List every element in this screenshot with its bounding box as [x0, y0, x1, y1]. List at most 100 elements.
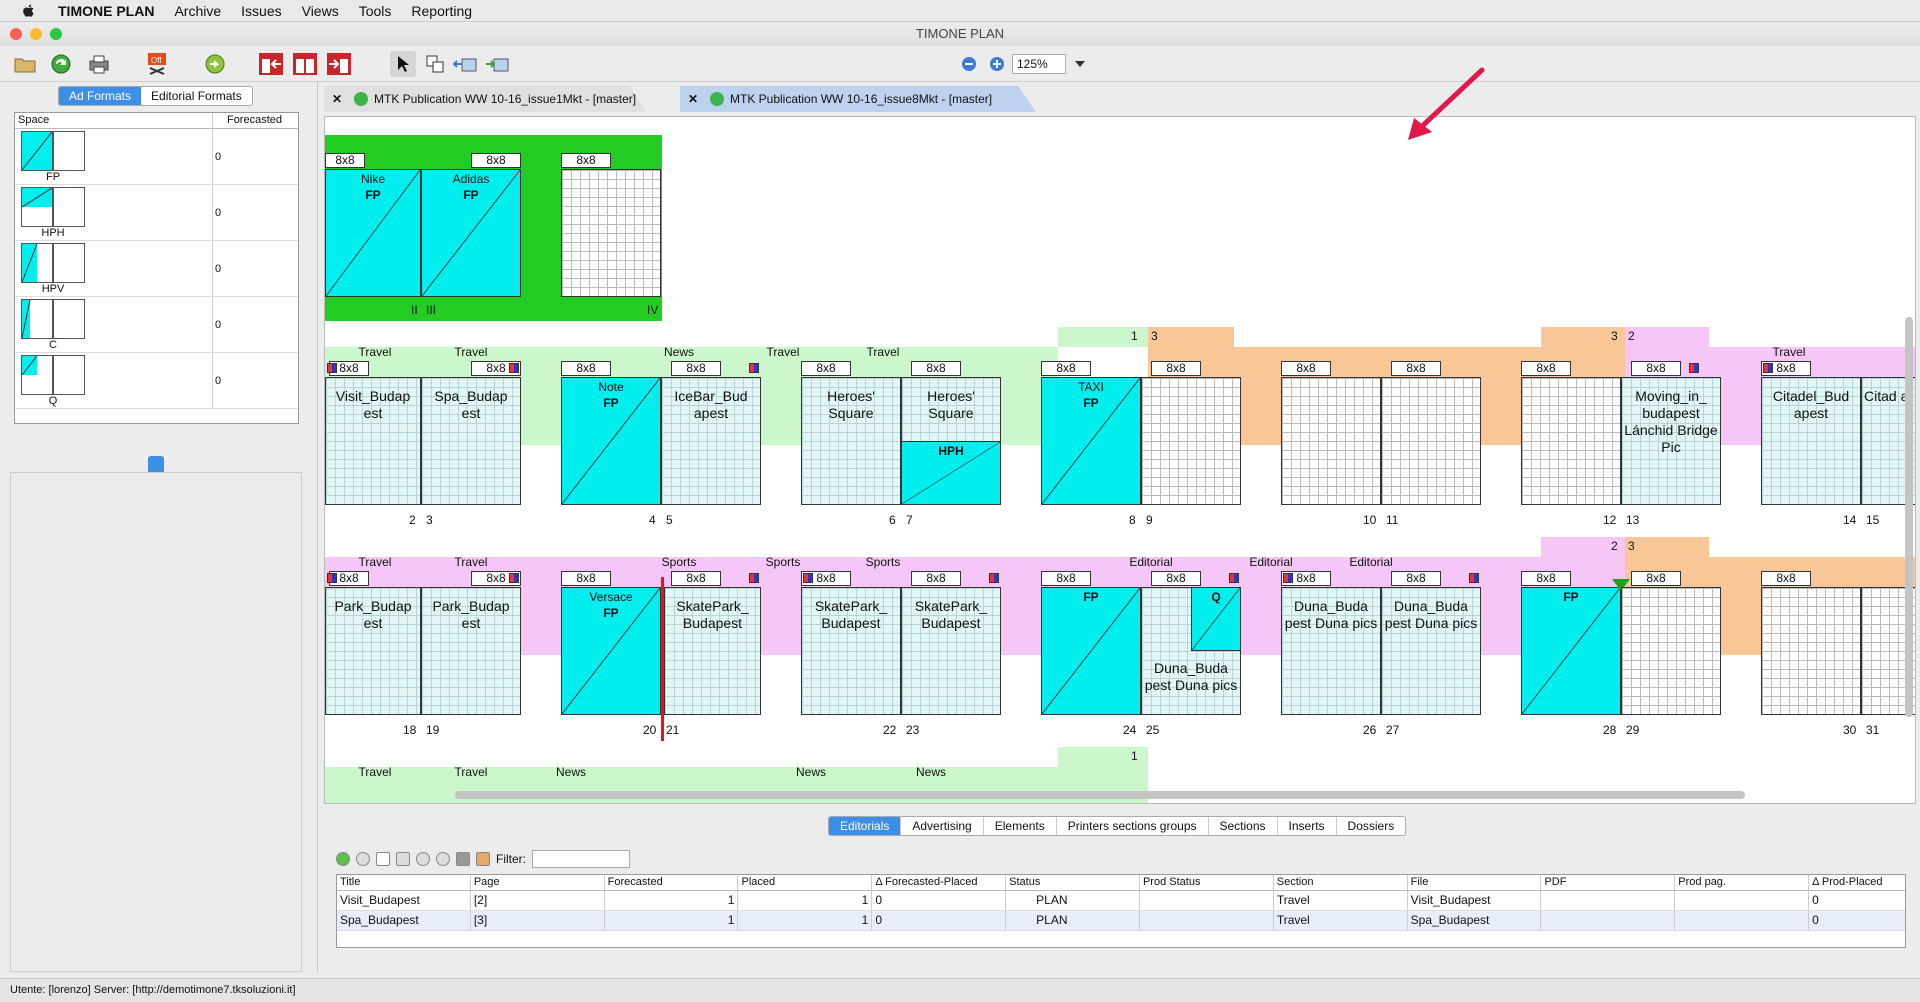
move-pages-left-icon[interactable]: [452, 51, 478, 77]
page-spa-budapest[interactable]: Spa_Budap est: [421, 377, 521, 505]
edit-icon[interactable]: [396, 852, 410, 866]
tab-issue1[interactable]: ✕ MTK Publication WW 10-16_issue1Mkt - [m…: [324, 86, 646, 112]
copy-pages-icon[interactable]: [422, 51, 448, 77]
tab-editorials[interactable]: Editorials: [829, 817, 902, 835]
pointer-tool-icon[interactable]: [390, 51, 416, 77]
menu-issues[interactable]: Issues: [231, 3, 291, 19]
col-page[interactable]: Page: [471, 875, 605, 890]
menu-views[interactable]: Views: [292, 3, 349, 19]
page-icebar-budapest[interactable]: IceBar_Bud apest: [661, 377, 761, 505]
table-row[interactable]: Visit_Budapest [2] 1 1 0 PLAN Travel Vis…: [337, 891, 1905, 911]
ad-fp-28[interactable]: FP: [1521, 587, 1621, 715]
zoom-out-icon[interactable]: [960, 51, 978, 77]
col-section[interactable]: Section: [1274, 875, 1408, 890]
col-pdf[interactable]: PDF: [1541, 875, 1676, 890]
format-row-hpv[interactable]: HPV 0: [15, 241, 298, 297]
page-icon[interactable]: [376, 852, 390, 866]
page-duna-budapest-2[interactable]: Duna_Buda pest Duna pics: [1281, 587, 1381, 715]
col-status[interactable]: Status: [1006, 875, 1140, 890]
page-park-budapest[interactable]: Park_Budap est: [325, 587, 421, 715]
page-skatepark-budapest[interactable]: SkatePark_ Budapest: [664, 587, 761, 715]
ad-q[interactable]: Q: [1191, 587, 1241, 651]
offline-icon[interactable]: Off: [144, 51, 170, 77]
export-icon[interactable]: [476, 852, 490, 866]
format-row-fp[interactable]: FP 0: [15, 129, 298, 185]
close-window-button[interactable]: [10, 28, 22, 40]
tab-advertising[interactable]: Advertising: [901, 817, 984, 835]
col-placed[interactable]: Placed: [738, 875, 873, 890]
tab-editorial-formats[interactable]: Editorial Formats: [141, 87, 252, 105]
refresh-icon[interactable]: [48, 51, 74, 77]
flatplan-canvas[interactable]: 8x8 8x8 8x8 Nike FP Adidas FP II III IV 1 …: [324, 116, 1916, 804]
page-11[interactable]: [1381, 377, 1481, 505]
col-space[interactable]: Space: [15, 113, 213, 128]
col-delta-prod[interactable]: Δ Prod-Placed: [1809, 875, 1905, 890]
ad-taxi[interactable]: TAXI FP: [1041, 377, 1141, 505]
vertical-scrollbar[interactable]: [1905, 317, 1913, 717]
page-skatepark-budapest-2[interactable]: SkatePark_ Budapest: [801, 587, 901, 715]
page-citadel-budapest[interactable]: Citadel_Bud apest: [1761, 377, 1861, 505]
sync-left-icon[interactable]: [258, 51, 284, 77]
table-row[interactable]: Spa_Budapest [3] 1 1 0 PLAN Travel Spa_B…: [337, 911, 1905, 931]
go-forward-icon[interactable]: [202, 51, 228, 77]
col-prod-pag[interactable]: Prod pag.: [1675, 875, 1810, 890]
col-forecasted[interactable]: Forecasted: [605, 875, 739, 890]
sync-icon[interactable]: [292, 51, 318, 77]
ad-hph[interactable]: HPH: [901, 441, 1001, 505]
print-icon[interactable]: [86, 51, 112, 77]
filter-input[interactable]: [532, 850, 630, 868]
page-29[interactable]: [1621, 587, 1721, 715]
tab-dossiers[interactable]: Dossiers: [1337, 817, 1406, 835]
format-row-hph[interactable]: HPH 0: [15, 185, 298, 241]
tab-issue8[interactable]: ✕ MTK Publication WW 10-16_issue8Mkt - [m…: [680, 86, 1036, 112]
ad-versace[interactable]: Versace FP: [561, 587, 661, 715]
tab-elements[interactable]: Elements: [984, 817, 1057, 835]
tab-ad-formats[interactable]: Ad Formats: [59, 87, 142, 105]
ad-nike[interactable]: Nike FP: [325, 169, 421, 297]
apple-icon[interactable]: [20, 3, 38, 19]
ad-adidas[interactable]: Adidas FP: [421, 169, 521, 297]
page-visit-budapest[interactable]: Visit_Budap est: [325, 377, 421, 505]
page-12[interactable]: [1521, 377, 1621, 505]
move-pages-right-icon[interactable]: [484, 51, 510, 77]
menu-app[interactable]: TIMONE PLAN: [48, 3, 164, 19]
ad-fp-24[interactable]: FP: [1041, 587, 1141, 715]
page-skatepark-budapest-3[interactable]: SkatePark_ Budapest: [901, 587, 1001, 715]
page-park-budapest-2[interactable]: Park_Budap est: [421, 587, 521, 715]
menu-reporting[interactable]: Reporting: [401, 3, 482, 19]
col-file[interactable]: File: [1408, 875, 1542, 890]
print-icon[interactable]: [456, 852, 470, 866]
sync-icon[interactable]: [436, 852, 450, 866]
page-heroes-square[interactable]: Heroes' Square: [801, 377, 901, 505]
page-duna-budapest-3[interactable]: Duna_Buda pest Duna pics: [1381, 587, 1481, 715]
page-10[interactable]: [1281, 377, 1381, 505]
close-icon[interactable]: ✕: [332, 92, 346, 106]
zoom-in-icon[interactable]: [988, 51, 1006, 77]
sync-right-icon[interactable]: [326, 51, 352, 77]
zoom-level-input[interactable]: 125%: [1012, 54, 1066, 74]
add-icon[interactable]: [336, 852, 350, 866]
menu-archive[interactable]: Archive: [164, 3, 231, 19]
zoom-dropdown-icon[interactable]: [1072, 51, 1088, 77]
tab-inserts[interactable]: Inserts: [1278, 817, 1337, 835]
col-forecasted[interactable]: Forecasted: [213, 113, 298, 128]
format-row-q[interactable]: Q 0: [15, 353, 298, 409]
tab-sections[interactable]: Sections: [1209, 817, 1278, 835]
close-icon[interactable]: ✕: [688, 92, 702, 106]
menu-tools[interactable]: Tools: [349, 3, 402, 19]
zoom-window-button[interactable]: [50, 28, 62, 40]
col-title[interactable]: Title: [337, 875, 471, 890]
tab-printers-sections-groups[interactable]: Printers sections groups: [1057, 817, 1209, 835]
page-cover-iv[interactable]: [561, 169, 661, 297]
page-moving-in-budapest[interactable]: Moving_in_ budapest Lánchid Bridge Pic: [1621, 377, 1721, 505]
remove-icon[interactable]: [356, 852, 370, 866]
open-folder-icon[interactable]: [12, 51, 38, 77]
col-delta-forecasted[interactable]: Δ Forecasted-Placed: [872, 875, 1007, 890]
minimize-window-button[interactable]: [30, 28, 42, 40]
ad-note[interactable]: Note FP: [561, 377, 661, 505]
page-30[interactable]: [1761, 587, 1861, 715]
lock-icon[interactable]: [416, 852, 430, 866]
page-9[interactable]: [1141, 377, 1241, 505]
col-prod-status[interactable]: Prod Status: [1140, 875, 1274, 890]
format-row-c[interactable]: C 0: [15, 297, 298, 353]
